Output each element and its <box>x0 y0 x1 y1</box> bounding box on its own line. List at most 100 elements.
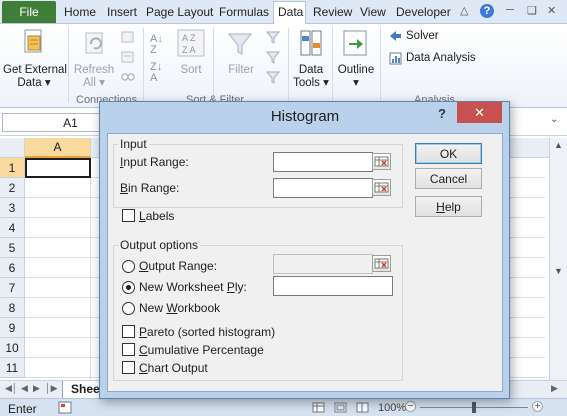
new-worksheet-ply-label[interactable]: New Worksheet Ply: <box>139 280 247 294</box>
scroll-right-icon[interactable]: ▶ <box>551 383 558 394</box>
labels-checkbox-label[interactable]: Labels <box>139 209 174 223</box>
cumulative-percentage-checkbox[interactable] <box>122 343 135 356</box>
zoom-in-button[interactable]: + <box>532 401 543 412</box>
ribbon-separator <box>143 28 144 102</box>
macro-record-icon[interactable] <box>58 401 72 414</box>
zoom-out-button[interactable]: − <box>405 401 416 412</box>
row-header[interactable]: 5 <box>0 238 25 258</box>
dialog-help-icon[interactable]: ? <box>438 106 446 121</box>
next-sheet-icon[interactable]: ▶ <box>33 383 40 394</box>
refresh-icon <box>85 32 103 54</box>
status-bar: Enter 100% − + <box>0 398 567 416</box>
new-workbook-label[interactable]: New Workbook <box>139 301 220 315</box>
dialog-title: Histogram <box>270 108 340 125</box>
chart-output-label[interactable]: Chart Output <box>139 361 208 375</box>
first-sheet-icon[interactable]: ◀│ <box>5 383 18 394</box>
bin-range-field[interactable] <box>273 178 373 198</box>
get-external-data-label: Get External <box>3 64 67 76</box>
cancel-button[interactable]: Cancel <box>415 168 482 189</box>
clear-filter-icon[interactable] <box>265 30 281 44</box>
page-layout-view-icon[interactable] <box>334 402 347 413</box>
tab-page-layout[interactable]: Page Layout <box>146 5 213 19</box>
row-header[interactable]: 10 <box>0 338 25 358</box>
select-all-corner[interactable] <box>0 138 25 158</box>
help-icon[interactable]: ? <box>480 4 494 18</box>
new-workbook-radio[interactable] <box>122 302 135 315</box>
connections-icon[interactable] <box>120 30 136 44</box>
tab-formulas[interactable]: Formulas <box>219 5 269 19</box>
ribbon-separator <box>332 28 333 102</box>
cumulative-percentage-label[interactable]: Cumulative Percentage <box>139 343 264 357</box>
output-options-legend: Output options <box>118 238 201 252</box>
row-header[interactable]: 6 <box>0 258 25 278</box>
window-restore-icon[interactable]: ❏ <box>527 4 537 17</box>
output-range-collapse-button[interactable] <box>372 255 391 272</box>
data-analysis-icon <box>389 52 402 65</box>
zoom-level[interactable]: 100% <box>378 402 406 414</box>
edit-links-icon[interactable] <box>120 70 136 84</box>
dialog-close-button[interactable]: ✕ <box>457 102 502 123</box>
expand-formula-bar-icon[interactable]: ⌄ <box>550 114 558 125</box>
scroll-up-icon[interactable]: ▲ <box>554 140 563 150</box>
ribbon-separator <box>380 28 381 102</box>
ribbon-separator <box>213 28 214 102</box>
tab-review[interactable]: Review <box>313 5 352 19</box>
tab-developer[interactable]: Developer <box>396 5 451 19</box>
new-worksheet-ply-radio[interactable] <box>122 281 135 294</box>
range-select-icon <box>374 156 389 167</box>
ribbon-separator <box>288 28 289 102</box>
column-header-a[interactable]: A <box>25 138 91 158</box>
output-range-radio[interactable] <box>122 260 135 273</box>
scroll-down-icon[interactable]: ▼ <box>554 266 563 276</box>
labels-checkbox[interactable] <box>122 209 135 222</box>
row-header[interactable]: 7 <box>0 278 25 298</box>
ok-button[interactable]: OK <box>415 143 482 164</box>
last-sheet-icon[interactable]: │▶ <box>45 383 58 394</box>
prev-sheet-icon[interactable]: ◀ <box>21 383 28 394</box>
output-range-field[interactable] <box>273 254 373 274</box>
row-header[interactable]: 11 <box>0 358 25 378</box>
normal-view-icon[interactable] <box>312 402 325 413</box>
sort-icon: A Z Z A <box>177 29 205 57</box>
row-header[interactable]: 3 <box>0 198 25 218</box>
refresh-all-label: Refresh <box>73 64 115 76</box>
data-analysis-label: Data Analysis <box>406 52 476 64</box>
sort-descending-icon[interactable]: Z↓ A <box>150 62 162 84</box>
bin-range-collapse-button[interactable] <box>372 179 391 196</box>
data-tools-label: Data <box>298 64 324 76</box>
ribbon-tab-bar: File Home Insert Page Layout Formulas Da… <box>0 0 567 25</box>
active-cell[interactable] <box>25 158 91 178</box>
page-break-view-icon[interactable] <box>356 402 369 413</box>
input-range-collapse-button[interactable] <box>372 153 391 170</box>
outline-label-2: ▾ <box>353 77 359 89</box>
advanced-filter-icon[interactable] <box>265 70 281 84</box>
row-header[interactable]: 2 <box>0 178 25 198</box>
svg-text:Z A: Z A <box>182 45 196 55</box>
chart-output-checkbox[interactable] <box>122 361 135 374</box>
get-external-data-label-2: Data ▾ <box>17 77 51 89</box>
new-worksheet-ply-field[interactable] <box>273 276 393 296</box>
tab-insert[interactable]: Insert <box>107 5 137 19</box>
pareto-checkbox-label[interactable]: Pareto (sorted histogram) <box>139 325 275 339</box>
window-minimize-icon[interactable]: ─ <box>506 4 514 16</box>
input-range-field[interactable] <box>273 152 373 172</box>
output-range-label[interactable]: Output Range: <box>139 259 217 273</box>
file-tab[interactable]: File <box>2 1 56 23</box>
sort-ascending-icon[interactable]: A↓ Z <box>150 34 163 56</box>
tab-view[interactable]: View <box>360 5 386 19</box>
help-button[interactable]: Help <box>415 196 482 217</box>
row-header[interactable]: 9 <box>0 318 25 338</box>
window-close-icon[interactable]: ✕ <box>547 4 556 17</box>
vertical-scrollbar[interactable]: ▲ ▼ <box>549 138 567 380</box>
row-header[interactable]: 8 <box>0 298 25 318</box>
minimize-ribbon-icon[interactable]: △ <box>460 4 468 17</box>
zoom-slider-thumb[interactable] <box>472 402 476 413</box>
tab-data[interactable]: Data <box>278 5 303 19</box>
row-header[interactable]: 4 <box>0 218 25 238</box>
pareto-checkbox[interactable] <box>122 325 135 338</box>
outline-label: Outline <box>337 64 375 76</box>
reapply-filter-icon[interactable] <box>265 50 281 64</box>
properties-icon[interactable] <box>120 50 136 64</box>
tab-home[interactable]: Home <box>64 5 96 19</box>
row-header[interactable]: 1 <box>0 158 25 178</box>
